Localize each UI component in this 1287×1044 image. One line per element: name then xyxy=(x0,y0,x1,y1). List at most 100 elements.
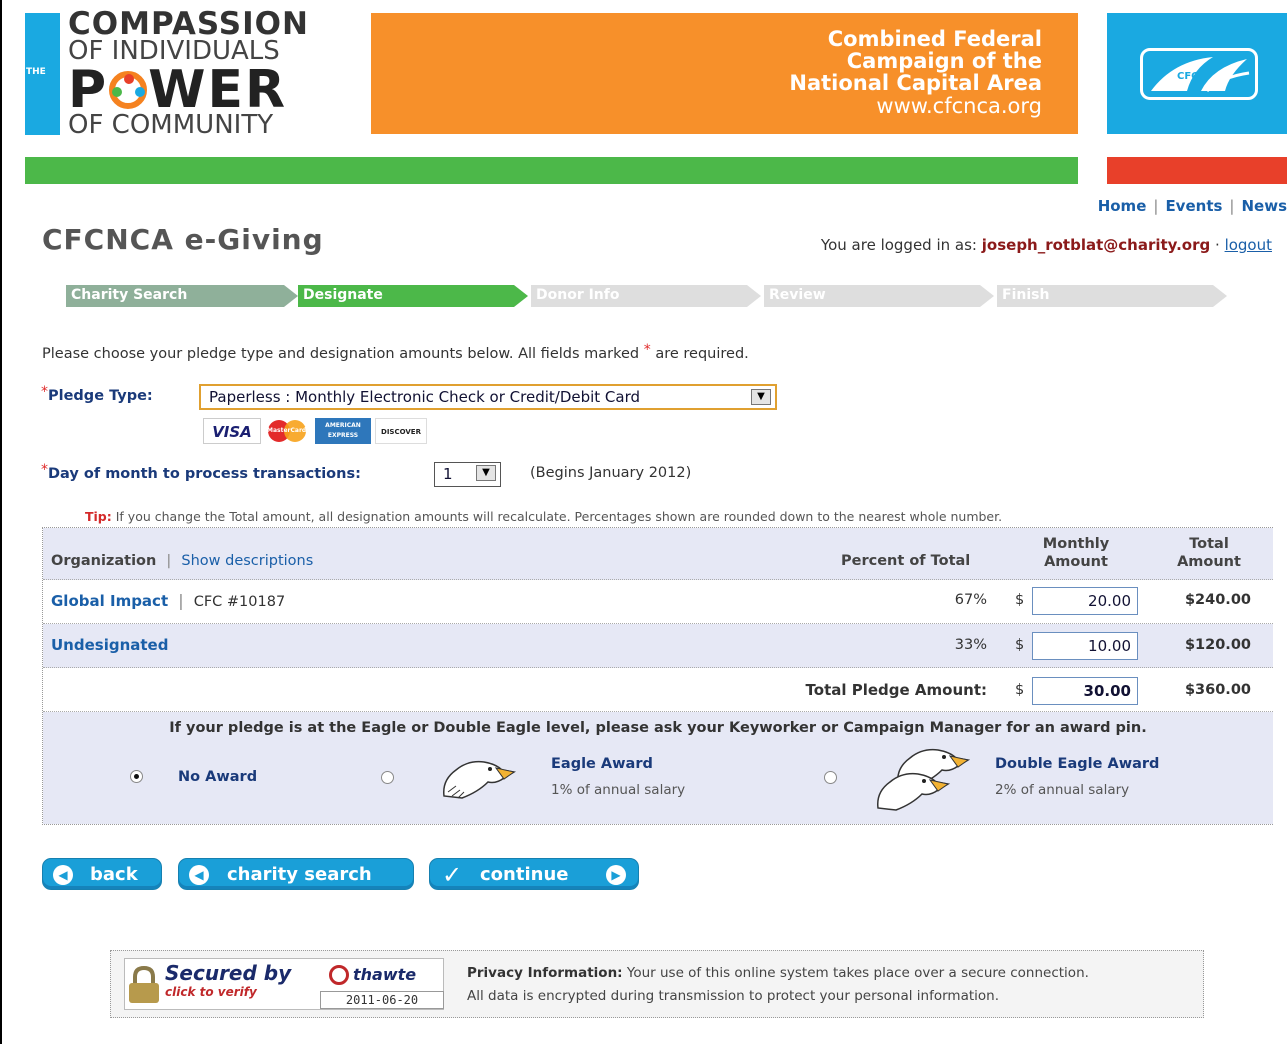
eagle-icon xyxy=(438,752,517,806)
total-amount-header: Total Amount xyxy=(1168,535,1250,571)
currency-symbol: $ xyxy=(1015,637,1025,653)
organization-header-label: Organization xyxy=(51,553,157,569)
cfc-wave-icon: CFC xyxy=(1151,57,1250,93)
double-eagle-icon xyxy=(872,740,972,820)
step-label: Designate xyxy=(303,287,383,303)
nav-news[interactable]: News xyxy=(1241,197,1287,215)
thawte-t-icon xyxy=(329,965,349,985)
total-amount-cell: $120.00 xyxy=(1184,637,1251,653)
nav-separator: | xyxy=(1229,197,1235,215)
day-value: 1 xyxy=(443,465,453,483)
pledge-type-value: Paperless : Monthly Electronic Check or … xyxy=(209,388,641,406)
amex-logo: AMERICAN EXPRESS xyxy=(315,418,371,444)
right-arrow-icon: ▶ xyxy=(606,865,626,885)
step-label: Review xyxy=(769,287,826,303)
pledge-type-text: Pledge Type: xyxy=(48,388,153,404)
logo-of-community: OF COMMUNITY xyxy=(68,110,274,140)
nav-home[interactable]: Home xyxy=(1098,197,1147,215)
double-eagle-award-sub: 2% of annual salary xyxy=(995,782,1130,798)
login-dot: · xyxy=(1215,236,1220,254)
check-icon: ✓ xyxy=(442,861,463,889)
campaign-line3: National Capital Area xyxy=(789,71,1042,95)
dropdown-arrow-icon[interactable]: ▼ xyxy=(751,389,771,405)
day-of-month-label: *Day of month to process transactions: xyxy=(41,462,361,482)
privacy-info: Privacy Information: Your use of this on… xyxy=(467,962,1089,1008)
organization-header: Organization | Show descriptions xyxy=(51,553,313,569)
privacy-text1: Your use of this online system takes pla… xyxy=(626,965,1089,981)
intro-text: Please choose your pledge type and desig… xyxy=(42,342,749,362)
top-nav: Home | Events | News xyxy=(1098,197,1287,215)
monthly-amount-input[interactable]: 20.00 xyxy=(1032,587,1138,615)
total-pledge-amount: $360.00 xyxy=(1184,682,1251,698)
continue-label: continue xyxy=(480,864,569,885)
green-band xyxy=(25,157,1078,184)
svg-text:CFC: CFC xyxy=(1177,71,1199,82)
header-separator: | xyxy=(166,553,172,569)
padlock-icon xyxy=(129,965,159,1003)
no-award-radio[interactable] xyxy=(130,770,143,783)
tip-label: Tip: xyxy=(85,509,112,524)
back-label: back xyxy=(90,864,138,885)
campaign-url: www.cfcnca.org xyxy=(876,94,1042,118)
org-link-undesignated[interactable]: Undesignated xyxy=(51,636,168,654)
step-label: Charity Search xyxy=(71,287,188,303)
nav-separator: | xyxy=(1153,197,1159,215)
step-label: Finish xyxy=(1002,287,1050,303)
no-award-label: No Award xyxy=(178,769,258,785)
pledge-type-select[interactable]: Paperless : Monthly Electronic Check or … xyxy=(199,384,777,410)
double-eagle-award-radio[interactable] xyxy=(824,771,837,784)
required-marker: * xyxy=(643,342,651,358)
intro-tail: are required. xyxy=(655,346,749,362)
continue-button[interactable]: ✓ continue ▶ xyxy=(429,858,639,890)
required-marker: * xyxy=(41,384,48,400)
show-descriptions-link[interactable]: Show descriptions xyxy=(181,553,313,569)
org-link-global-impact[interactable]: Global Impact xyxy=(51,592,168,610)
begins-note: (Begins January 2012) xyxy=(530,465,692,481)
monthly-header-line2: Amount xyxy=(1044,554,1108,570)
total-monthly-input[interactable]: 30.00 xyxy=(1032,677,1138,705)
step-label: Donor Info xyxy=(536,287,620,303)
page-left-border xyxy=(0,0,8,1044)
campaign-name: Combined Federal Campaign of the Nationa… xyxy=(789,28,1042,94)
campaign-line2: Campaign of the xyxy=(846,49,1042,73)
intro-main: Please choose your pledge type and desig… xyxy=(42,346,640,362)
accepted-cards: VISA MasterCard AMERICAN EXPRESS DISCOVER xyxy=(203,418,431,444)
tip-body: If you change the Total amount, all desi… xyxy=(115,509,1003,524)
discover-logo: DISCOVER xyxy=(375,418,427,444)
login-user: joseph_rotblat@charity.org xyxy=(981,236,1211,254)
day-of-month-select[interactable]: 1 ▼ xyxy=(434,462,501,487)
monthly-amount-header: Monthly Amount xyxy=(1036,535,1116,571)
percent-cell: 33% xyxy=(954,637,987,653)
dropdown-arrow-icon[interactable]: ▼ xyxy=(476,465,496,481)
power-people-icon xyxy=(109,71,148,109)
seal-click-to-verify[interactable]: click to verify xyxy=(165,985,257,999)
double-eagle-award-label: Double Eagle Award xyxy=(995,756,1160,772)
org-cell: Global Impact | CFC #10187 xyxy=(51,591,285,610)
currency-symbol: $ xyxy=(1015,592,1025,608)
left-arrow-icon: ◀ xyxy=(53,865,73,885)
back-button[interactable]: ◀ back xyxy=(42,858,162,890)
eagle-award-radio[interactable] xyxy=(381,771,394,784)
visa-logo: VISA xyxy=(203,418,261,444)
org-separator: | xyxy=(178,591,184,610)
step-donor-info: Donor Info xyxy=(531,285,761,307)
campaign-line1: Combined Federal xyxy=(827,27,1042,51)
thawte-seal[interactable]: Secured by thawte click to verify 2011-0… xyxy=(124,958,444,1010)
step-review: Review xyxy=(764,285,994,307)
eagle-award-sub: 1% of annual salary xyxy=(551,782,686,798)
nav-events[interactable]: Events xyxy=(1165,197,1222,215)
mastercard-logo: MasterCard xyxy=(265,418,311,444)
tip-text: Tip: If you change the Total amount, all… xyxy=(85,509,1002,524)
charity-search-button[interactable]: ◀ charity search xyxy=(178,858,414,890)
monthly-amount-input[interactable]: 10.00 xyxy=(1032,632,1138,660)
award-note: If your pledge is at the Eagle or Double… xyxy=(169,720,1147,736)
total-pledge-label: Total Pledge Amount: xyxy=(805,681,987,699)
step-charity-search[interactable]: Charity Search xyxy=(66,285,298,307)
total-header-line2: Amount xyxy=(1177,554,1241,570)
cfc-number: CFC #10187 xyxy=(193,594,286,610)
logo-the: THE xyxy=(26,67,46,77)
logout-link[interactable]: logout xyxy=(1225,236,1272,254)
login-status: You are logged in as: joseph_rotblat@cha… xyxy=(821,236,1272,254)
total-header-line1: Total xyxy=(1189,536,1229,552)
privacy-label: Privacy Information: xyxy=(467,965,623,981)
